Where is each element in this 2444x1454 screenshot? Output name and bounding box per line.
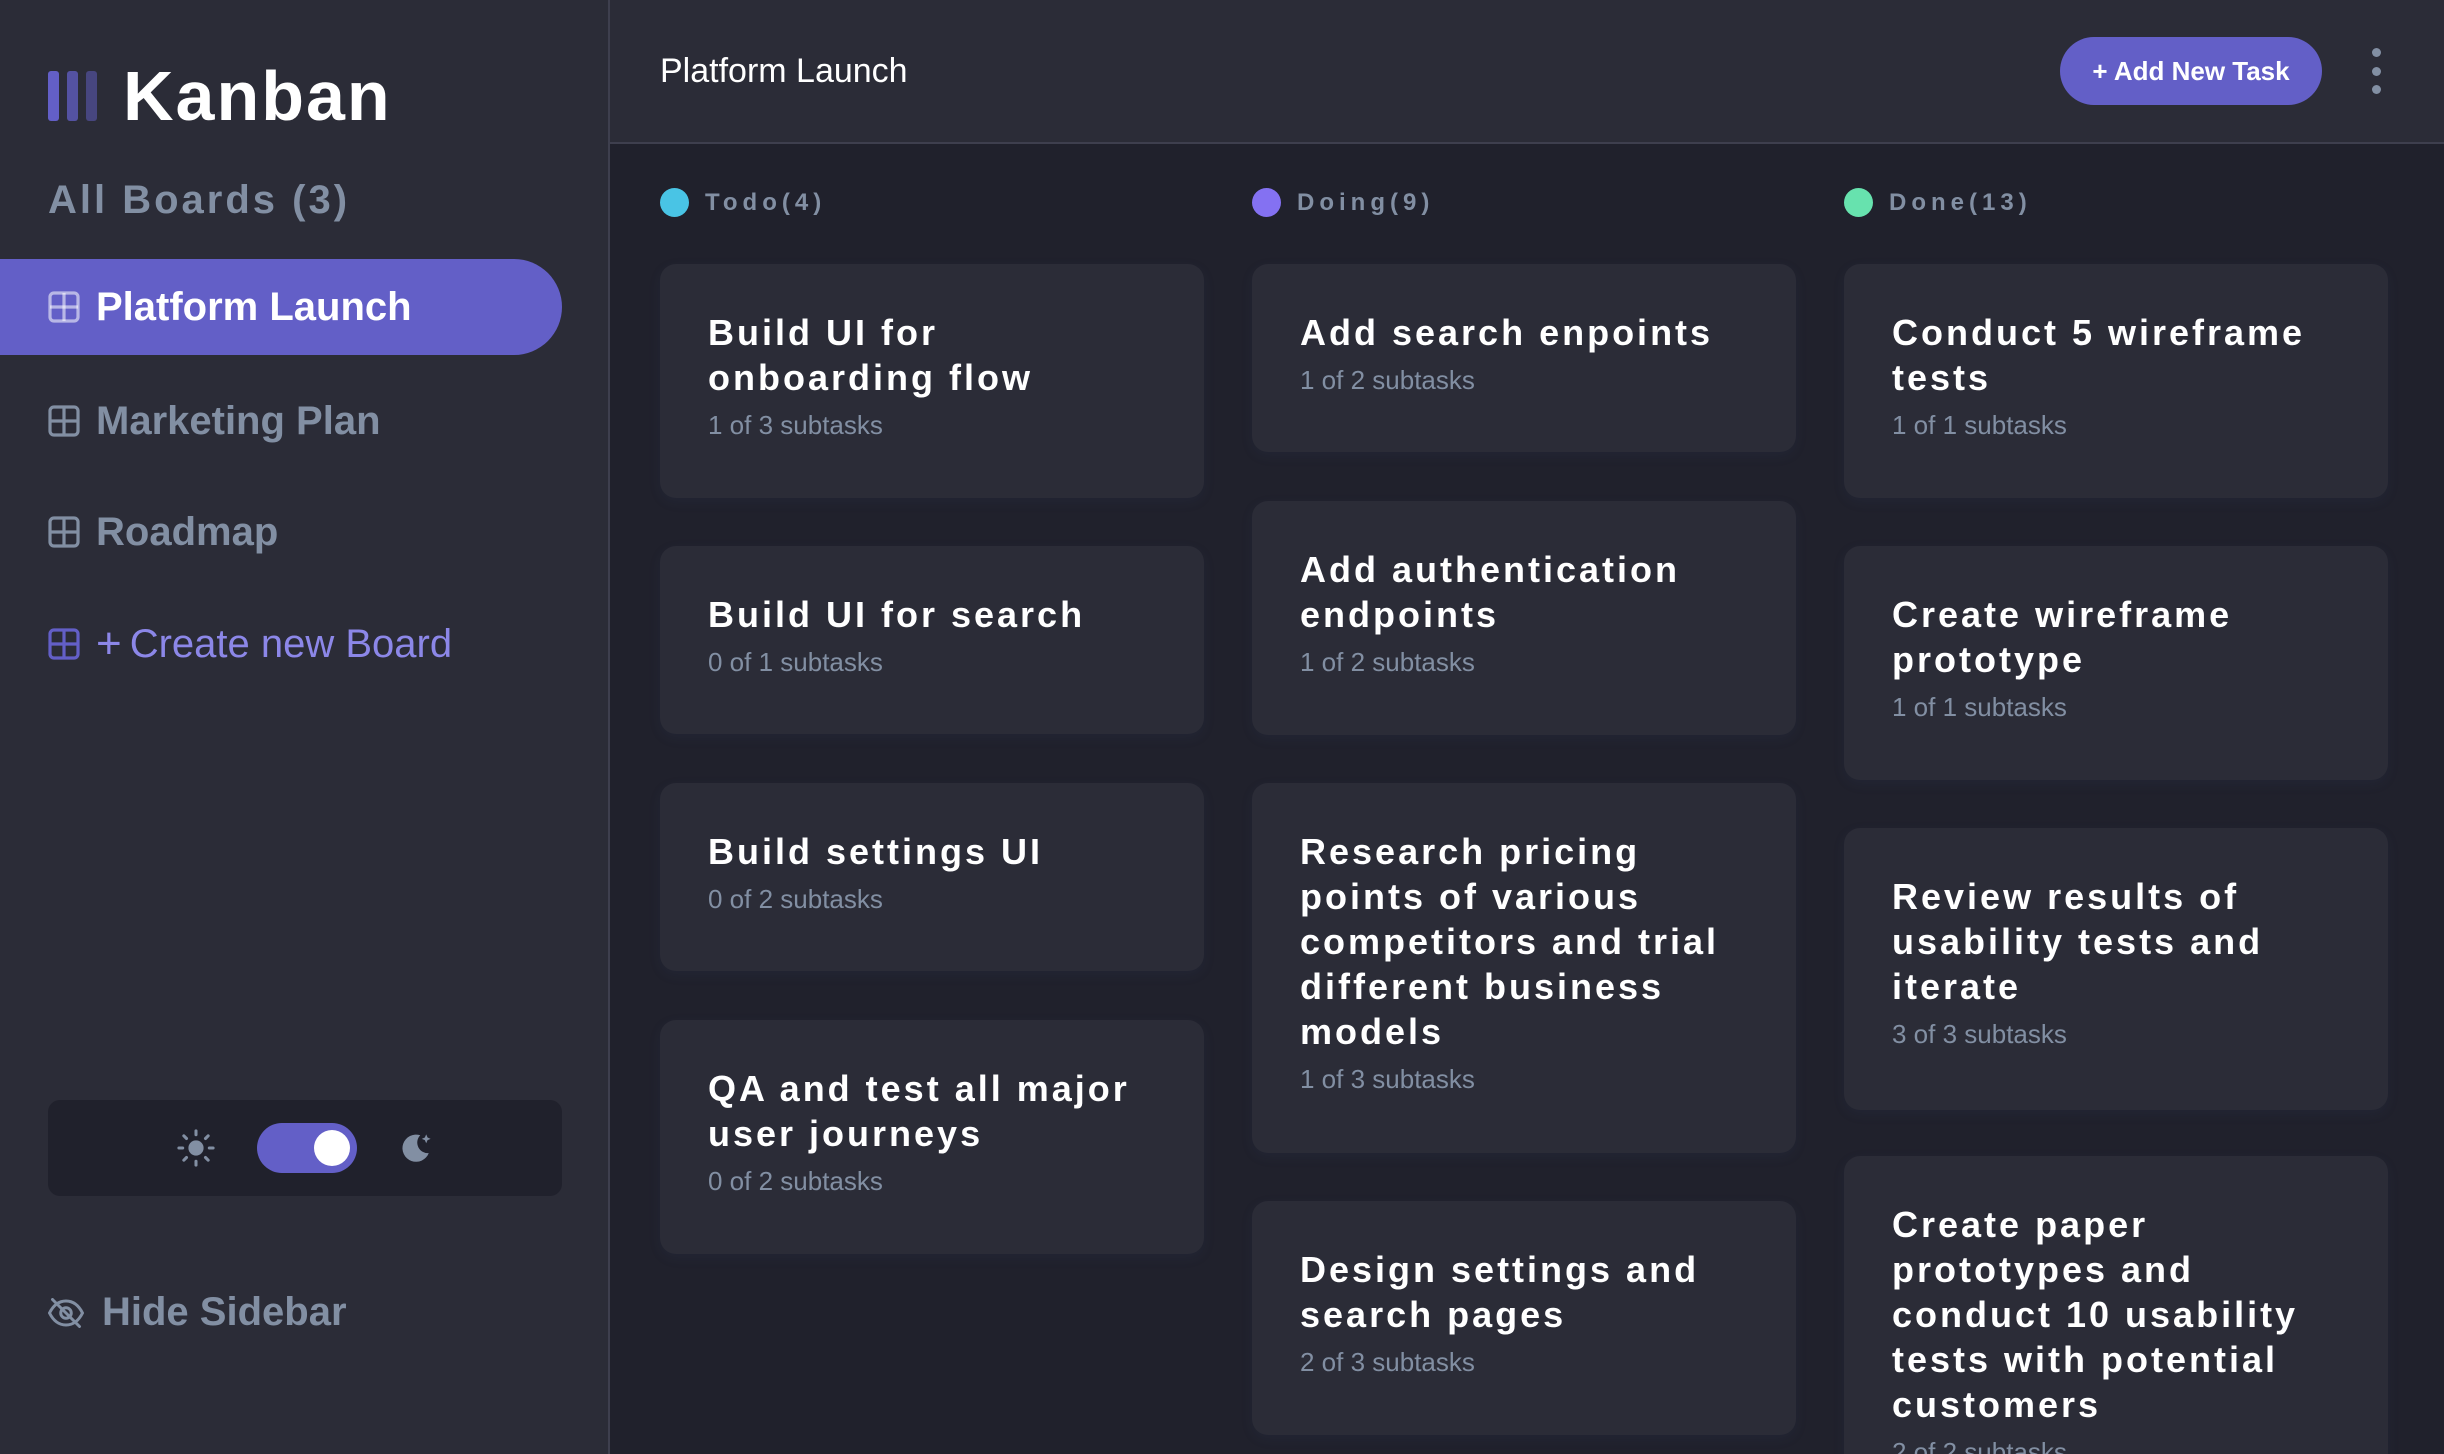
task-subtasks: 1 of 2 subtasks (1300, 647, 1475, 677)
app-logo: Kanban (48, 56, 392, 136)
task-title: Build UI for search (708, 594, 1086, 635)
board-icon (48, 516, 80, 548)
task-card[interactable]: Add search enpoints 1 of 2 subtasks (1252, 264, 1796, 452)
task-title: Create wireframe prototype (1892, 594, 2233, 680)
task-card[interactable]: QA and test all major user journeys 0 of… (660, 1020, 1204, 1254)
board-icon (48, 405, 80, 437)
column-color-dot (1252, 188, 1281, 217)
hide-sidebar-label: Hide Sidebar (102, 1290, 347, 1334)
task-subtasks: 1 of 3 subtasks (708, 410, 883, 440)
theme-toggle-panel (48, 1100, 562, 1196)
board-icon (48, 291, 80, 323)
sidebar-item-roadmap[interactable]: Roadmap (0, 484, 562, 580)
column-color-dot (660, 188, 689, 217)
task-card[interactable]: Conduct 5 wireframe tests 1 of 1 subtask… (1844, 264, 2388, 498)
board-icon (48, 628, 80, 660)
task-card[interactable]: Build settings UI 0 of 2 subtasks (660, 783, 1204, 971)
column-title: Todo(4) (705, 188, 827, 216)
sun-icon (177, 1129, 215, 1167)
task-subtasks: 0 of 1 subtasks (708, 647, 883, 677)
moon-icon (402, 1134, 431, 1162)
sidebar: Kanban All Boards (3) Platform Launch Ma… (0, 0, 610, 1454)
task-subtasks: 1 of 2 subtasks (1300, 365, 1475, 395)
column-color-dot (1844, 188, 1873, 217)
task-title: Research pricing points of various compe… (1300, 831, 1720, 1052)
all-boards-heading: All Boards (3) (48, 178, 351, 222)
hide-sidebar-button[interactable]: Hide Sidebar (48, 1290, 347, 1335)
theme-switch-knob (314, 1130, 350, 1166)
task-title: Review results of usability tests and it… (1892, 876, 2264, 1007)
sidebar-item-marketing-plan[interactable]: Marketing Plan (0, 373, 562, 469)
kanban-logo-icon (48, 71, 97, 121)
task-card[interactable]: Review results of usability tests and it… (1844, 828, 2388, 1110)
task-subtasks: 0 of 2 subtasks (708, 884, 883, 914)
task-card[interactable]: Add authentication endpoints 1 of 2 subt… (1252, 501, 1796, 735)
sidebar-item-label: Roadmap (96, 509, 279, 554)
theme-switch[interactable] (257, 1123, 357, 1173)
task-subtasks: 1 of 1 subtasks (1892, 410, 2067, 440)
task-subtasks: 1 of 3 subtasks (1300, 1064, 1475, 1094)
page-title: Platform Launch (660, 52, 908, 90)
task-card[interactable]: Build UI for search 0 of 1 subtasks (660, 546, 1204, 734)
board-options-kebab-icon[interactable] (2366, 48, 2386, 94)
top-header: Platform Launch + Add New Task (610, 0, 2444, 144)
task-title: Build UI for onboarding flow (708, 312, 1033, 398)
add-new-task-button[interactable]: + Add New Task (2060, 37, 2322, 105)
create-new-board-button[interactable]: + Create new Board (0, 596, 562, 692)
plus-icon: + (96, 619, 122, 668)
eye-slash-icon (48, 1297, 84, 1328)
task-card[interactable]: Design settings and search pages 2 of 3 … (1252, 1201, 1796, 1435)
board-columns: Todo(4) Build UI for onboarding flow 1 o… (610, 144, 2444, 1454)
create-board-label: Create new Board (129, 621, 453, 666)
sidebar-item-label: Marketing Plan (96, 398, 381, 443)
task-title: Create paper prototypes and conduct 10 u… (1892, 1204, 2299, 1425)
task-title: Design settings and search pages (1300, 1249, 1700, 1335)
column-header: Doing(9) (1252, 188, 1434, 217)
task-title: Add authentication endpoints (1300, 549, 1680, 635)
task-title: Add search enpoints (1300, 312, 1714, 353)
column-title: Doing(9) (1297, 188, 1435, 216)
task-subtasks: 0 of 2 subtasks (708, 1166, 883, 1196)
task-title: Conduct 5 wireframe tests (1892, 312, 2306, 398)
task-subtasks: 3 of 3 subtasks (1892, 1019, 2067, 1049)
column-header: Done(13) (1844, 188, 2032, 217)
column-title: Done(13) (1889, 188, 2032, 216)
task-card[interactable]: Create paper prototypes and conduct 10 u… (1844, 1156, 2388, 1454)
task-subtasks: 1 of 1 subtasks (1892, 692, 2067, 722)
task-card[interactable]: Build UI for onboarding flow 1 of 3 subt… (660, 264, 1204, 498)
task-subtasks: 2 of 3 subtasks (1300, 1347, 1475, 1377)
task-card[interactable]: Create wireframe prototype 1 of 1 subtas… (1844, 546, 2388, 780)
sidebar-item-platform-launch[interactable]: Platform Launch (0, 259, 562, 355)
task-subtasks: 2 of 2 subtasks (1892, 1437, 2067, 1454)
column-header: Todo(4) (660, 188, 826, 217)
task-title: Build settings UI (708, 831, 1044, 872)
task-card[interactable]: Research pricing points of various compe… (1252, 783, 1796, 1153)
app-name: Kanban (123, 57, 392, 135)
task-title: QA and test all major user journeys (708, 1068, 1130, 1154)
sidebar-item-label: Platform Launch (96, 284, 412, 329)
